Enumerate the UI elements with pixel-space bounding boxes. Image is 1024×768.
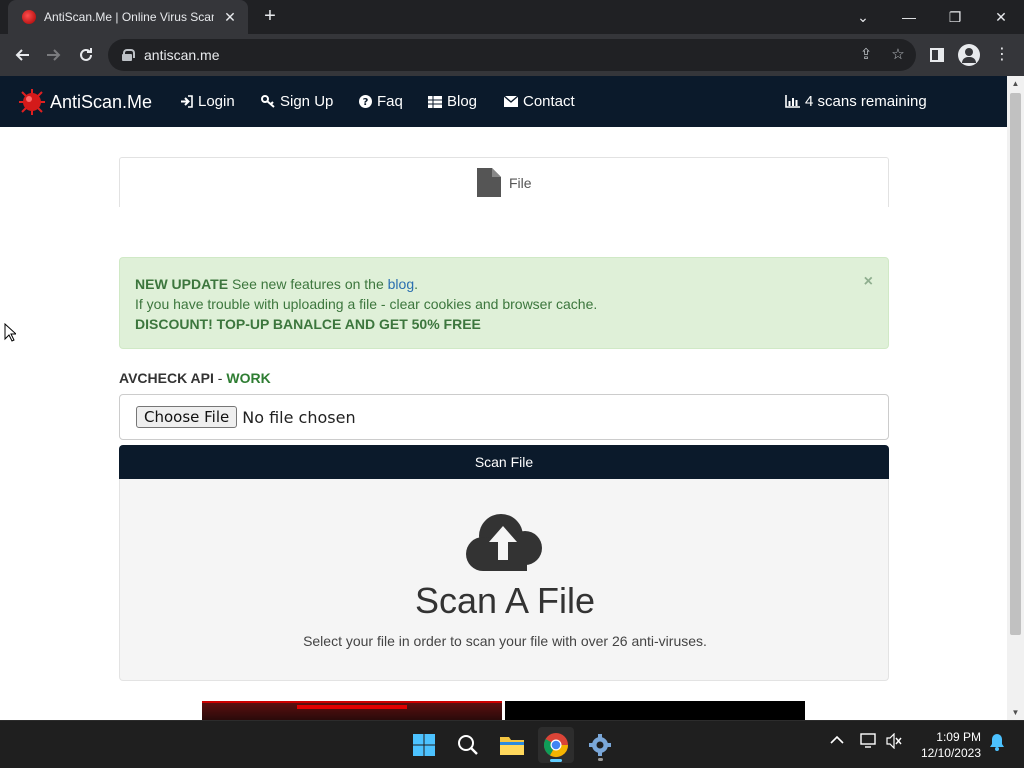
mouse-cursor-icon	[4, 323, 16, 342]
scans-remaining[interactable]: 4 scans remaining	[785, 93, 927, 110]
side-panel-icon[interactable]	[925, 43, 949, 67]
tray-overflow-chevron-icon[interactable]	[830, 733, 844, 748]
sign-in-icon	[180, 95, 193, 108]
notification-bell-icon[interactable]	[989, 733, 1005, 754]
volume-muted-icon[interactable]	[886, 732, 902, 752]
windows-start-icon[interactable]	[406, 727, 442, 763]
clock-time: 1:09 PM	[936, 730, 981, 744]
ad-banner-left[interactable]	[202, 701, 502, 720]
brand-link[interactable]: AntiScan.Me	[18, 88, 152, 116]
url-text[interactable]: antiscan.me	[144, 47, 219, 63]
antiscan-favicon-icon	[22, 10, 36, 24]
choose-file-button[interactable]: Choose File	[136, 406, 238, 428]
nav-signup-label: Sign Up	[280, 93, 334, 110]
chrome-menu-icon[interactable]: ⋮	[990, 43, 1014, 67]
api-status-separator: -	[213, 370, 227, 386]
nav-contact[interactable]: Contact	[504, 93, 575, 110]
clock-date: 12/10/2023	[920, 746, 981, 760]
tab-close-icon[interactable]: ✕	[222, 9, 238, 26]
nav-faq-label: Faq	[377, 93, 403, 110]
alert-blog-link[interactable]: blog	[388, 276, 414, 292]
reload-icon[interactable]	[72, 41, 100, 69]
alert-update-text: See new features on the	[231, 276, 384, 292]
alert-close-icon[interactable]: ×	[864, 272, 873, 292]
key-icon	[261, 95, 275, 108]
nav-blog[interactable]: Blog	[428, 93, 477, 110]
alert-trouble-text: If you have trouble with uploading a fil…	[135, 296, 598, 312]
api-status: AVCHECK API - WORK	[119, 370, 271, 386]
tab-search-dropdown-icon[interactable]: ⌄	[840, 0, 886, 34]
browser-toolbar: antiscan.me ⇪ ☆ ⋮	[0, 34, 1024, 76]
minimize-button[interactable]: —	[886, 0, 932, 34]
settings-gear-icon[interactable]	[582, 727, 618, 763]
bar-chart-icon	[785, 95, 800, 108]
table-icon	[428, 95, 442, 108]
page-scrollbar[interactable]: ▲ ▼	[1007, 76, 1024, 720]
bookmark-star-icon[interactable]: ☆	[888, 45, 908, 65]
tab-file[interactable]: File	[477, 168, 532, 197]
tab-file-label: File	[509, 174, 532, 191]
scans-remaining-label: 4 scans remaining	[805, 93, 927, 110]
dropzone-subtitle: Select your file in order to scan your f…	[303, 633, 707, 649]
nav-blog-label: Blog	[447, 93, 478, 110]
forward-arrow-icon[interactable]	[40, 41, 68, 69]
alert-discount-text: DISCOUNT! TOP-UP BANALCE AND GET 50% FRE…	[135, 316, 481, 332]
nav-signup[interactable]: Sign Up	[261, 93, 333, 110]
question-circle-icon: ?	[359, 95, 372, 108]
profile-avatar-icon[interactable]	[958, 44, 980, 66]
address-bar[interactable]: antiscan.me ⇪ ☆	[108, 39, 916, 71]
scan-file-button[interactable]: Scan File	[119, 445, 889, 479]
file-icon	[477, 168, 501, 197]
windows-taskbar: 1:09 PM 12/10/2023	[0, 720, 1024, 768]
update-alert: NEW UPDATE See new features on the blog.…	[119, 257, 889, 349]
close-window-button[interactable]: ✕	[978, 0, 1024, 34]
network-icon[interactable]	[860, 733, 878, 752]
chrome-app-icon[interactable]	[538, 727, 574, 763]
scroll-down-arrow-icon[interactable]: ▼	[1007, 705, 1024, 720]
restore-button[interactable]: ❐	[932, 0, 978, 34]
ad-banner-right[interactable]	[505, 701, 805, 720]
dropzone-title: Scan A File	[414, 580, 596, 621]
active-app-indicator	[550, 759, 562, 762]
taskbar-clock[interactable]: 1:09 PM 12/10/2023	[905, 729, 981, 761]
running-app-indicator	[598, 758, 603, 761]
browser-titlebar: AntiScan.Me | Online Virus Scanner ✕ + ⌄…	[0, 0, 1024, 34]
scan-dropzone[interactable]: Scan A File Select your file in order to…	[119, 479, 889, 681]
scroll-thumb[interactable]	[1010, 93, 1021, 635]
page-viewport: AntiScan.Me Login Sign Up ? Faq Blog Con…	[0, 76, 1007, 720]
nav-login[interactable]: Login	[180, 93, 235, 110]
brand-name: AntiScan.Me	[50, 91, 153, 112]
cloud-upload-icon	[466, 514, 542, 571]
browser-tab-active[interactable]: AntiScan.Me | Online Virus Scanner ✕	[8, 0, 248, 34]
file-upload-input[interactable]: Choose File No file chosen	[119, 394, 889, 440]
tab-title: AntiScan.Me | Online Virus Scanner	[44, 10, 214, 24]
search-icon[interactable]	[450, 727, 486, 763]
site-navbar: AntiScan.Me Login Sign Up ? Faq Blog Con…	[0, 76, 1007, 127]
file-status-text: No file chosen	[242, 407, 356, 427]
nav-faq[interactable]: ? Faq	[359, 93, 403, 110]
alert-period: .	[414, 276, 418, 292]
alert-line-update: NEW UPDATE See new features on the blog.	[135, 274, 873, 294]
svg-text:?: ?	[363, 97, 369, 108]
nav-login-label: Login	[198, 93, 235, 110]
upload-type-tabs: File	[119, 157, 889, 207]
new-tab-button[interactable]: +	[258, 5, 282, 29]
back-arrow-icon[interactable]	[8, 41, 36, 69]
envelope-icon	[504, 96, 518, 107]
scroll-up-arrow-icon[interactable]: ▲	[1007, 76, 1024, 91]
share-icon[interactable]: ⇪	[856, 45, 876, 65]
virus-logo-icon	[19, 89, 45, 115]
file-explorer-icon[interactable]	[494, 727, 530, 763]
nav-contact-label: Contact	[523, 93, 575, 110]
api-status-value: WORK	[226, 370, 271, 386]
lock-icon[interactable]	[122, 49, 135, 61]
api-status-label: AVCHECK API	[119, 370, 214, 386]
alert-update-label: NEW UPDATE	[135, 276, 229, 292]
